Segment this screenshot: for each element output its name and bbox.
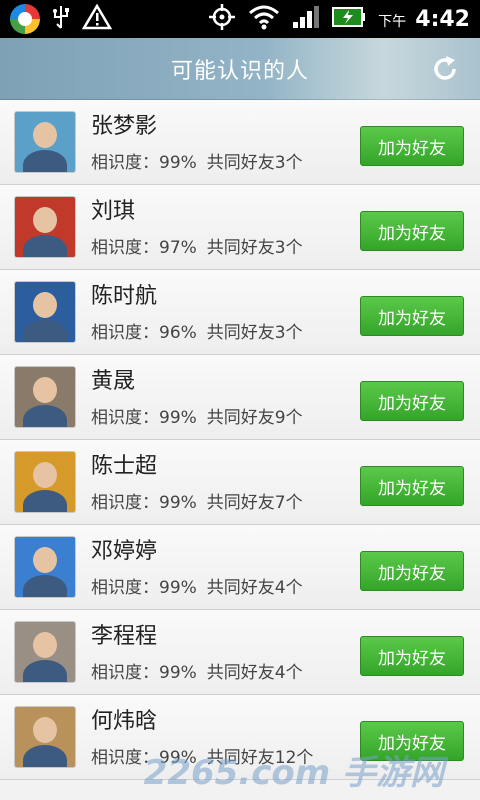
add-friend-button[interactable]: 加为好友 (360, 551, 464, 591)
list-item[interactable]: 陈士超 相识度：99% 共同好友7个 加为好友 (0, 440, 480, 525)
list-item[interactable]: 刘琪 相识度：97% 共同好友3个 加为好友 (0, 185, 480, 270)
list-item[interactable]: 邓婷婷 相识度：99% 共同好友4个 加为好友 (0, 525, 480, 610)
add-friend-button[interactable]: 加为好友 (360, 211, 464, 251)
clock-time: 4:42 (415, 6, 470, 32)
warning-icon (81, 3, 113, 34)
familiarity-label: 相识度：99% (91, 577, 197, 598)
battery-icon (332, 6, 366, 32)
app-launcher-icon[interactable] (10, 4, 40, 34)
add-friend-button[interactable]: 加为好友 (360, 296, 464, 336)
familiarity-label: 相识度：99% (91, 152, 197, 173)
header: 可能认识的人 (0, 38, 480, 100)
mutual-friends-label: 共同好友3个 (206, 152, 303, 173)
avatar[interactable] (15, 622, 75, 682)
gps-icon (208, 3, 236, 35)
list-item[interactable]: 李程程 相识度：99% 共同好友4个 加为好友 (0, 610, 480, 695)
refresh-icon[interactable] (428, 52, 462, 86)
familiarity-label: 相识度：99% (91, 492, 197, 513)
avatar[interactable] (15, 197, 75, 257)
familiarity-label: 相识度：96% (91, 322, 197, 343)
add-friend-button[interactable]: 加为好友 (360, 381, 464, 421)
time-period: 下午 (378, 13, 407, 30)
mutual-friends-label: 共同好友3个 (206, 322, 303, 343)
wifi-icon (248, 4, 280, 34)
avatar[interactable] (15, 282, 75, 342)
mutual-friends-label: 共同好友9个 (206, 407, 303, 428)
usb-icon (50, 4, 72, 34)
avatar[interactable] (15, 537, 75, 597)
mutual-friends-label: 共同好友4个 (206, 662, 303, 683)
add-friend-button[interactable]: 加为好友 (360, 126, 464, 166)
list-item[interactable]: 黄晟 相识度：99% 共同好友9个 加为好友 (0, 355, 480, 440)
mutual-friends-label: 共同好友4个 (206, 577, 303, 598)
add-friend-button[interactable]: 加为好友 (360, 466, 464, 506)
familiarity-label: 相识度：99% (91, 662, 197, 683)
page-title: 可能认识的人 (170, 59, 309, 84)
watermark: 2265.com 手游网 (143, 753, 444, 793)
people-list: 张梦影 相识度：99% 共同好友3个 加为好友 刘琪 相识度：97% 共同好友3个 … (0, 100, 480, 780)
avatar[interactable] (15, 367, 75, 427)
list-item[interactable]: 张梦影 相识度：99% 共同好友3个 加为好友 (0, 100, 480, 185)
list-item[interactable]: 陈时航 相识度：96% 共同好友3个 加为好友 (0, 270, 480, 355)
familiarity-label: 相识度：99% (91, 407, 197, 428)
familiarity-label: 相识度：97% (91, 237, 197, 258)
mutual-friends-label: 共同好友7个 (206, 492, 303, 513)
avatar[interactable] (15, 707, 75, 767)
avatar[interactable] (15, 112, 75, 172)
status-bar: 下午 4:42 (0, 0, 480, 38)
add-friend-button[interactable]: 加为好友 (360, 636, 464, 676)
signal-icon (292, 5, 320, 33)
avatar[interactable] (15, 452, 75, 512)
mutual-friends-label: 共同好友3个 (206, 237, 303, 258)
